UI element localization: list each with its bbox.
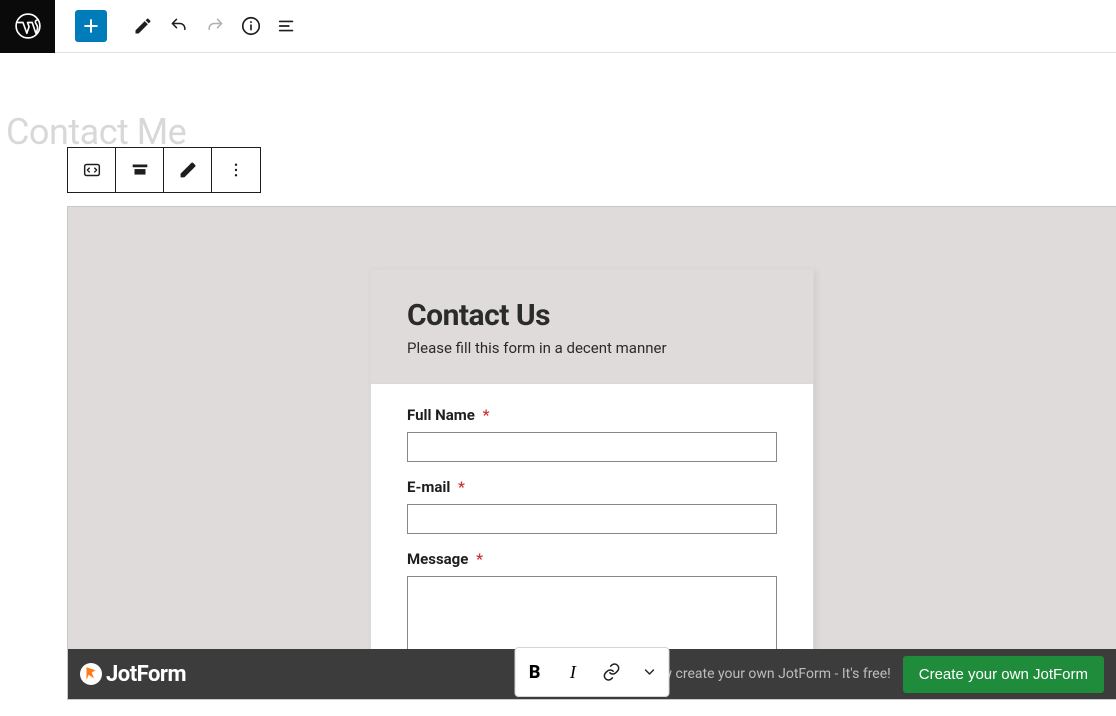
email-label: E-mail * bbox=[407, 478, 777, 496]
embed-block-area[interactable]: Contact Us Please fill this form in a de… bbox=[67, 206, 1116, 700]
jotform-logo[interactable]: JotForm bbox=[80, 662, 186, 687]
full-name-label: Full Name * bbox=[407, 406, 777, 424]
required-mark: * bbox=[476, 550, 483, 568]
jotform-footer-bar: JotForm B I Now create your own JotForm … bbox=[68, 649, 1116, 699]
more-options-button[interactable] bbox=[212, 148, 260, 192]
jotform-logo-text: JotForm bbox=[106, 662, 186, 687]
add-block-button[interactable] bbox=[75, 10, 107, 42]
edit-mode-button[interactable] bbox=[125, 8, 161, 44]
full-name-input[interactable] bbox=[407, 432, 777, 462]
field-full-name: Full Name * bbox=[407, 406, 777, 462]
redo-button[interactable] bbox=[197, 8, 233, 44]
toolbar-buttons bbox=[55, 8, 305, 44]
italic-button[interactable]: I bbox=[556, 649, 590, 695]
block-type-button[interactable] bbox=[68, 148, 116, 192]
required-mark: * bbox=[483, 406, 490, 424]
message-label-text: Message bbox=[407, 550, 468, 568]
block-toolbar bbox=[67, 147, 261, 193]
form-subtitle: Please fill this form in a decent manner bbox=[407, 339, 777, 357]
wordpress-logo[interactable] bbox=[0, 0, 55, 53]
edit-html-button[interactable] bbox=[164, 148, 212, 192]
editor-top-toolbar bbox=[0, 0, 1116, 53]
form-header: Contact Us Please fill this form in a de… bbox=[371, 270, 813, 384]
contact-form-card: Contact Us Please fill this form in a de… bbox=[370, 269, 814, 700]
full-name-label-text: Full Name bbox=[407, 406, 475, 424]
undo-button[interactable] bbox=[161, 8, 197, 44]
bold-button[interactable]: B bbox=[518, 649, 552, 695]
link-button[interactable] bbox=[594, 649, 628, 695]
email-label-text: E-mail bbox=[407, 478, 450, 496]
jotform-logo-icon bbox=[80, 663, 102, 685]
info-button[interactable] bbox=[233, 8, 269, 44]
inline-format-toolbar: B I bbox=[515, 647, 670, 697]
more-format-button[interactable] bbox=[632, 649, 666, 695]
promo-text: Now create your own JotForm - It's free! bbox=[644, 666, 903, 682]
required-mark: * bbox=[458, 478, 465, 496]
field-email: E-mail * bbox=[407, 478, 777, 534]
outline-button[interactable] bbox=[269, 8, 305, 44]
email-input[interactable] bbox=[407, 504, 777, 534]
message-label: Message * bbox=[407, 550, 777, 568]
align-button[interactable] bbox=[116, 148, 164, 192]
create-jotform-button[interactable]: Create your own JotForm bbox=[903, 656, 1104, 693]
form-title: Contact Us bbox=[407, 298, 777, 333]
